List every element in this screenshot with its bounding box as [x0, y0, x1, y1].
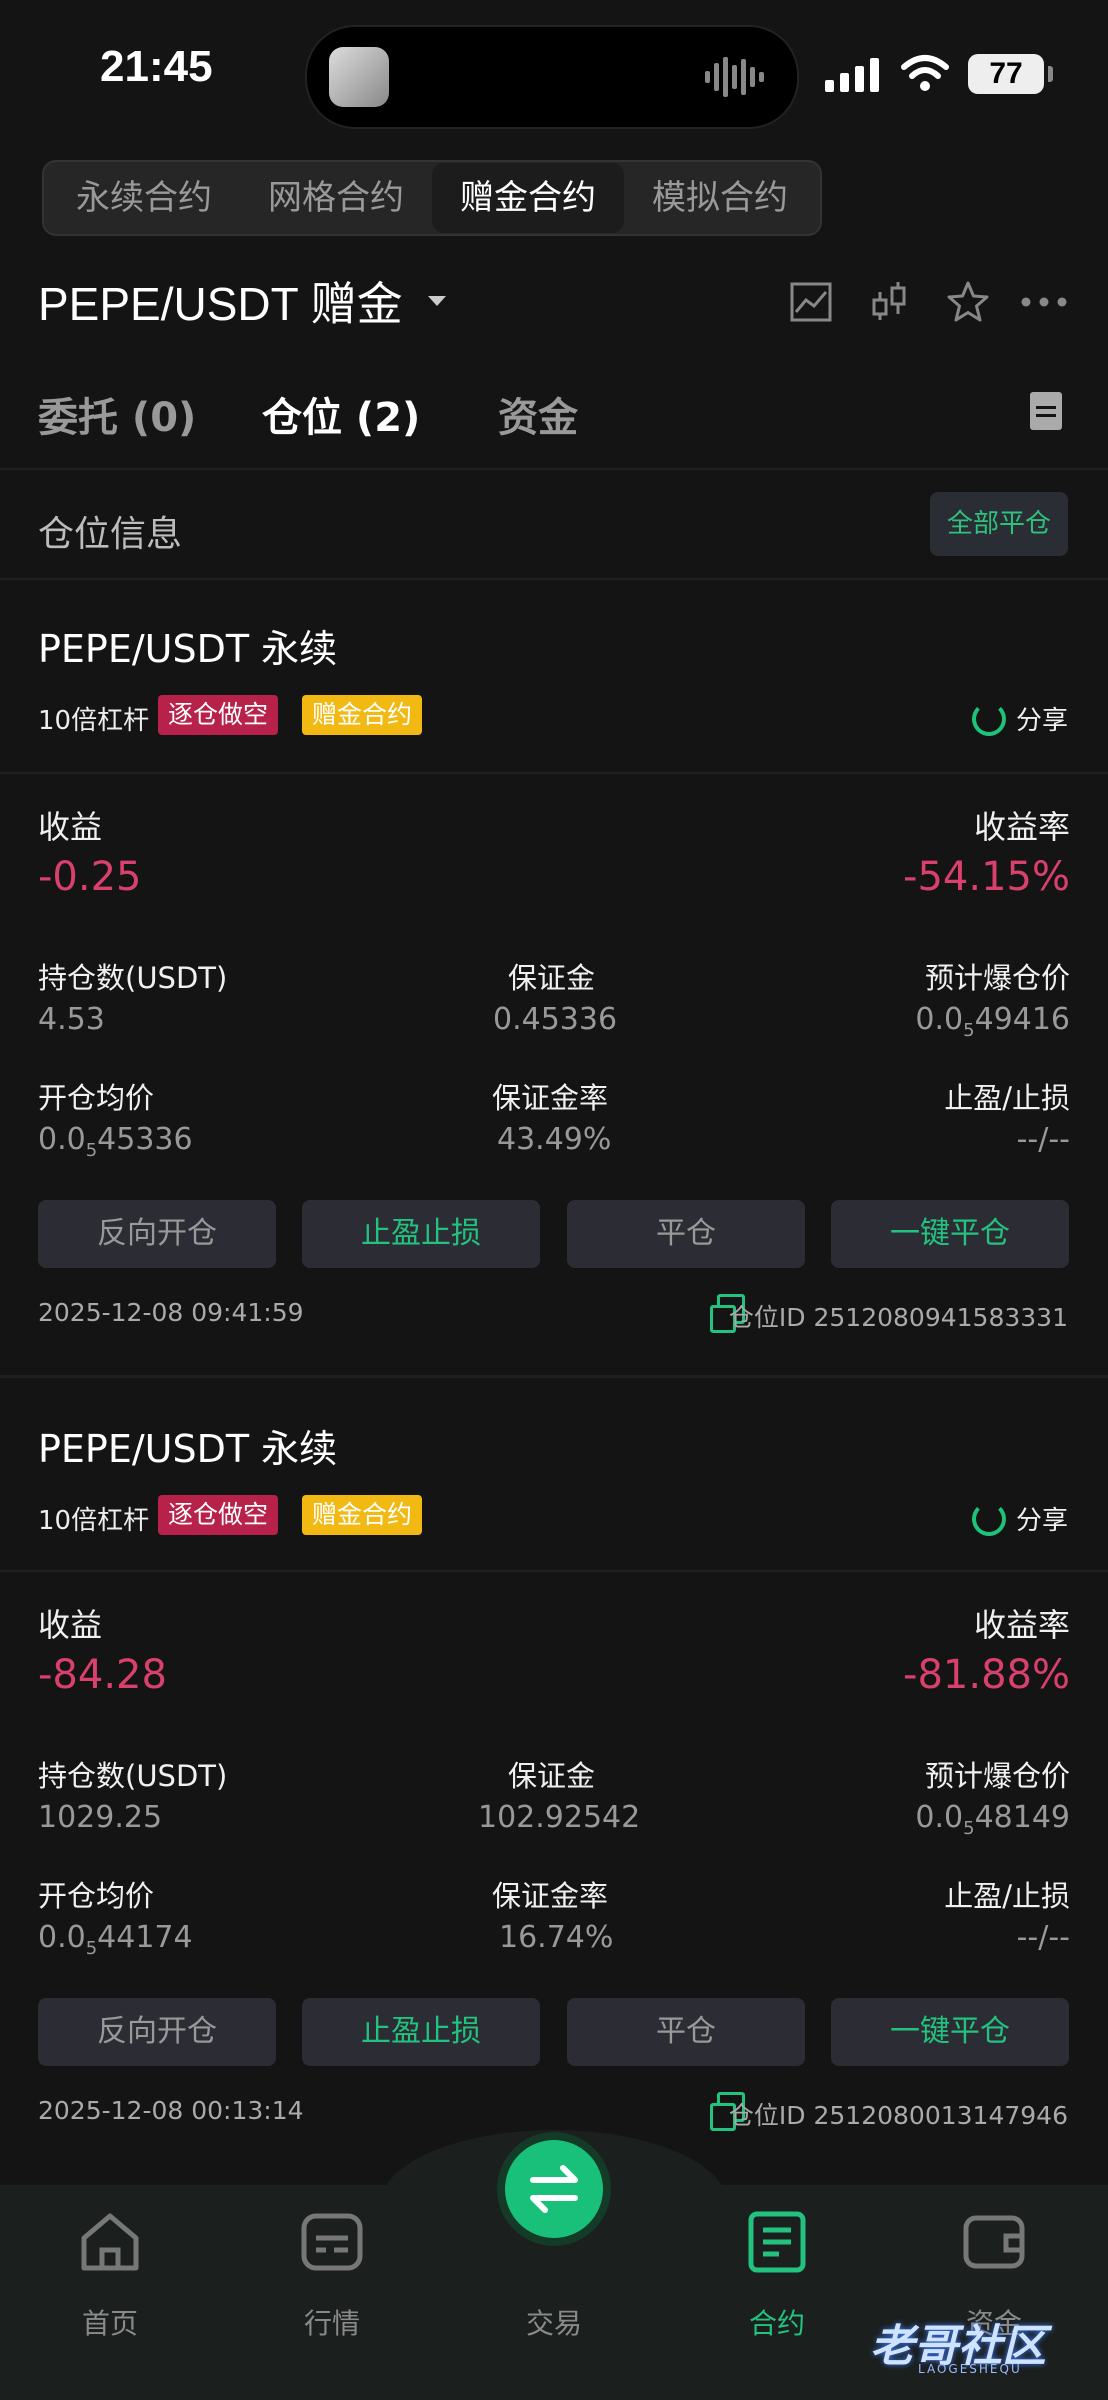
position-id: 仓位ID 2512080941583331: [728, 1303, 1068, 1332]
pair-selector[interactable]: PEPE/USDT 赠金: [38, 268, 403, 334]
share-button[interactable]: 分享: [1016, 1500, 1068, 1537]
position-symbol: PEPE/USDT 永续: [38, 1427, 338, 1471]
divider: [0, 1375, 1108, 1378]
divider: [0, 468, 1108, 470]
size-value: 4.53: [38, 1002, 105, 1037]
battery-indicator: 77: [968, 54, 1053, 94]
entry-price-label: 开仓均价: [38, 1879, 155, 1913]
tpsl-value: --/--: [1016, 1920, 1070, 1955]
flash-close-button[interactable]: 一键平仓: [831, 1200, 1069, 1268]
share-icon[interactable]: [972, 702, 1006, 736]
share-icon[interactable]: [972, 1502, 1006, 1536]
liq-price-value: 0.0549416: [915, 1002, 1070, 1041]
flash-close-button[interactable]: 一键平仓: [831, 1998, 1069, 2066]
signal-icon: [825, 58, 879, 92]
dynamic-island: [305, 25, 799, 129]
entry-price-value: 0.0545336: [38, 1122, 193, 1161]
close-button[interactable]: 平仓: [567, 1200, 805, 1268]
nav-market[interactable]: 行情: [252, 2302, 412, 2342]
pnl-label: 收益: [38, 1606, 103, 1644]
reverse-button[interactable]: 反向开仓: [38, 1998, 276, 2066]
margin-ratio-value: 43.49%: [497, 1122, 612, 1157]
margin-mode-badge: 逐仓做空: [158, 695, 279, 735]
trade-button[interactable]: [505, 2140, 603, 2238]
audio-wave-icon: [705, 57, 764, 97]
nav-contract[interactable]: 合约: [697, 2302, 857, 2342]
size-value: 1029.25: [38, 1800, 163, 1835]
tpsl-label: 止盈/止损: [944, 1879, 1070, 1913]
tab-positions[interactable]: 仓位 (2): [262, 385, 420, 443]
candlestick-icon[interactable]: [866, 278, 914, 326]
document-icon[interactable]: [1030, 392, 1062, 430]
close-all-button[interactable]: 全部平仓: [930, 492, 1068, 556]
bonus-badge: 赠金合约: [302, 695, 423, 735]
margin-ratio-value: 16.74%: [499, 1920, 614, 1955]
chart-icon[interactable]: [788, 278, 836, 326]
tpsl-button[interactable]: 止盈止损: [302, 1200, 540, 1268]
divider: [0, 578, 1108, 580]
position-id: 仓位ID 2512080013147946: [728, 2101, 1068, 2130]
divider: [0, 772, 1108, 774]
favorite-star-icon[interactable]: [944, 278, 992, 326]
margin-ratio-label: 保证金率: [492, 1081, 609, 1115]
roe-label: 收益率: [973, 1606, 1070, 1644]
margin-mode-badge: 逐仓做空: [158, 1495, 279, 1535]
pnl-label: 收益: [38, 808, 103, 846]
entry-price-value: 0.0544174: [38, 1920, 193, 1959]
size-label: 持仓数(USDT): [38, 1759, 228, 1793]
wifi-icon: [901, 55, 949, 91]
tab-perpetual[interactable]: 永续合约: [48, 163, 240, 233]
leverage-label: 10倍杠杆: [38, 706, 150, 736]
watermark-subtitle: LAOGESHEQU: [918, 2362, 1022, 2376]
home-icon[interactable]: [78, 2210, 142, 2274]
close-button[interactable]: 平仓: [567, 1998, 805, 2066]
status-time: 21:45: [100, 42, 213, 91]
market-icon[interactable]: [300, 2210, 364, 2274]
contract-type-tabs: 永续合约 网格合约 赠金合约 模拟合约: [42, 160, 822, 236]
liq-price-label: 预计爆仓价: [924, 1759, 1070, 1793]
section-title: 仓位信息: [38, 514, 183, 555]
margin-label: 保证金: [508, 961, 596, 995]
margin-value: 102.92542: [478, 1800, 641, 1835]
bonus-badge: 赠金合约: [302, 1495, 423, 1535]
liq-price-label: 预计爆仓价: [924, 961, 1070, 995]
liq-price-value: 0.0548149: [915, 1800, 1070, 1839]
tab-demo[interactable]: 模拟合约: [624, 163, 816, 233]
tab-funds[interactable]: 资金: [498, 385, 578, 443]
position-symbol: PEPE/USDT 永续: [38, 627, 338, 671]
tpsl-button[interactable]: 止盈止损: [302, 1998, 540, 2066]
tab-bonus[interactable]: 赠金合约: [432, 163, 624, 233]
size-label: 持仓数(USDT): [38, 961, 228, 995]
contract-icon[interactable]: [745, 2210, 809, 2274]
margin-ratio-label: 保证金率: [492, 1879, 609, 1913]
chevron-down-icon[interactable]: [428, 296, 446, 306]
swap-icon: [530, 2165, 578, 2213]
roe-value: -81.88%: [903, 1652, 1070, 1698]
tab-grid[interactable]: 网格合约: [240, 163, 432, 233]
position-time: 2025-12-08 00:13:14: [38, 2096, 304, 2125]
nav-trade[interactable]: 交易: [474, 2302, 634, 2342]
roe-label: 收益率: [973, 808, 1070, 846]
pnl-value: -84.28: [38, 1652, 167, 1698]
nav-home[interactable]: 首页: [30, 2302, 190, 2342]
leverage-label: 10倍杠杆: [38, 1506, 150, 1536]
wallet-icon[interactable]: [962, 2210, 1026, 2274]
tpsl-value: --/--: [1016, 1122, 1070, 1157]
tab-orders[interactable]: 委托 (0): [38, 385, 196, 443]
entry-price-label: 开仓均价: [38, 1081, 155, 1115]
margin-value: 0.45336: [493, 1002, 618, 1037]
tpsl-label: 止盈/止损: [944, 1081, 1070, 1115]
reverse-button[interactable]: 反向开仓: [38, 1200, 276, 1268]
position-time: 2025-12-08 09:41:59: [38, 1298, 304, 1327]
pnl-value: -0.25: [38, 854, 142, 900]
more-icon[interactable]: [1020, 278, 1068, 326]
roe-value: -54.15%: [903, 854, 1070, 900]
share-button[interactable]: 分享: [1016, 700, 1068, 737]
divider: [0, 1570, 1108, 1572]
margin-label: 保证金: [508, 1759, 596, 1793]
now-playing-artwork: [329, 47, 389, 107]
